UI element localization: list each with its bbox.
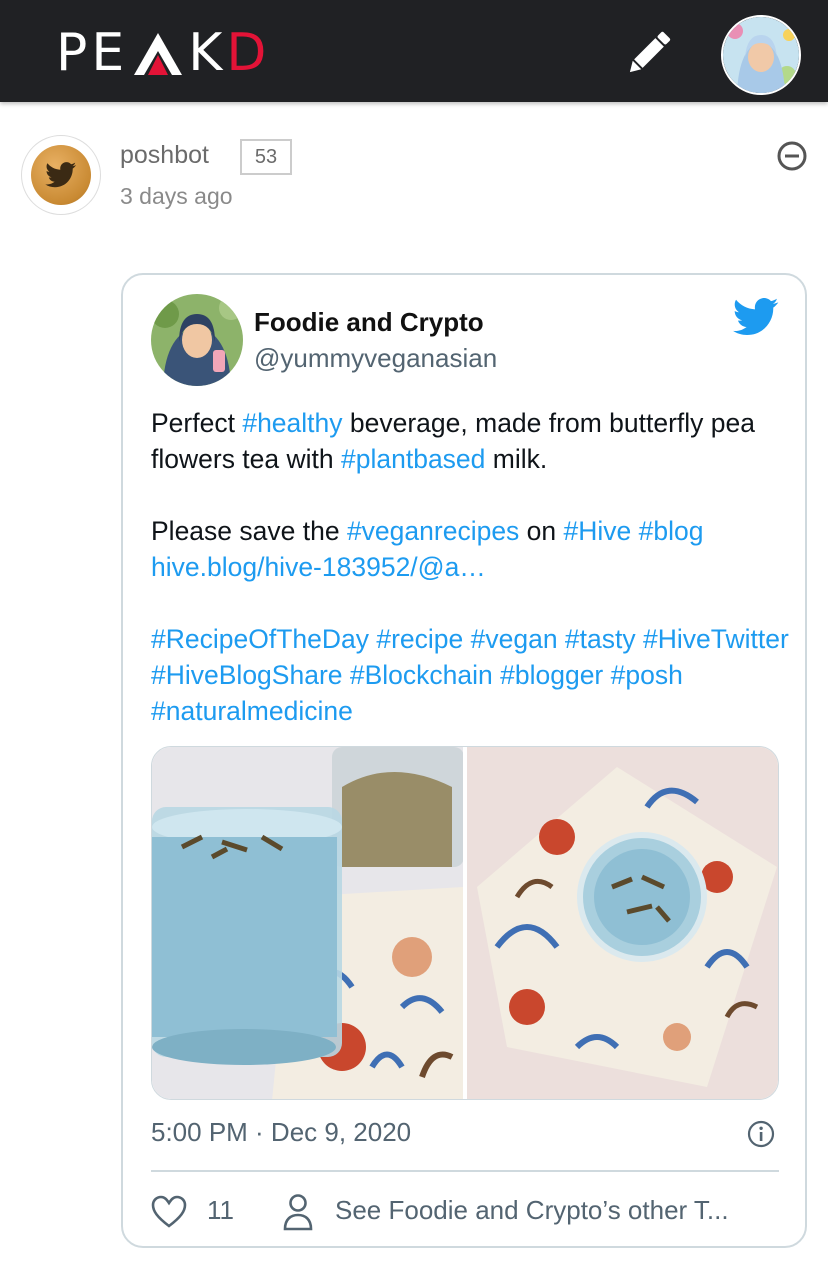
text-span: Please save the [151, 516, 347, 546]
tweet-image-1[interactable] [152, 747, 463, 1099]
person-icon [283, 1193, 313, 1231]
text-span: Perfect [151, 408, 243, 438]
twitter-bird-icon [45, 162, 77, 188]
minus-circle-icon[interactable] [776, 140, 808, 172]
logo-a-peak-icon [132, 30, 184, 76]
tweet-author-avatar[interactable] [151, 294, 243, 386]
author-avatar[interactable] [21, 135, 101, 215]
tweet-media [151, 746, 779, 1100]
tweet-text: Perfect #healthy beverage, made from but… [151, 405, 791, 765]
hashtag-link[interactable]: #healthy [242, 408, 342, 438]
hashtag-link[interactable]: #blog [639, 516, 704, 546]
tweet-embed[interactable]: Foodie and Crypto @yummyveganasian Perfe… [121, 273, 807, 1248]
reputation-badge: 53 [240, 139, 292, 175]
tweet-image-2[interactable] [467, 747, 778, 1099]
text-span: on [519, 516, 564, 546]
logo-k: K [188, 23, 227, 83]
tweet-paragraph-3: #RecipeOfTheDay #recipe #vegan #tasty #H… [151, 621, 791, 729]
tweet-paragraph-2: Please save the #veganrecipes on #Hive #… [151, 513, 791, 585]
hashtag-link[interactable]: #veganrecipes [347, 516, 519, 546]
hashtag-link[interactable]: #Hive [564, 516, 632, 546]
peakd-logo[interactable]: PE K D [56, 23, 270, 83]
text-span: milk. [485, 444, 548, 474]
like-count: 11 [207, 1195, 234, 1225]
post-time-ago[interactable]: 3 days ago [120, 183, 233, 210]
twitter-logo-icon[interactable] [732, 297, 779, 337]
author-name[interactable]: poshbot [120, 141, 209, 170]
logo-d: D [226, 23, 271, 83]
tweet-author-handle[interactable]: @yummyveganasian [254, 343, 497, 374]
see-other-tweets-link[interactable]: See Foodie and Crypto’s other T... [335, 1195, 775, 1226]
hive-blog-link[interactable]: hive.blog/hive-183952/@a… [151, 552, 486, 582]
heart-icon[interactable] [151, 1195, 187, 1229]
tweet-paragraph-1: Perfect #healthy beverage, made from but… [151, 405, 791, 477]
info-icon[interactable] [747, 1120, 775, 1148]
user-avatar[interactable] [721, 15, 801, 95]
logo-pe: PE [56, 23, 129, 83]
hashtag-link[interactable]: #plantbased [341, 444, 485, 474]
tweet-divider [151, 1170, 779, 1172]
tweet-timestamp[interactable]: 5:00 PM · Dec 9, 2020 [151, 1117, 411, 1148]
hashtag-links[interactable]: #RecipeOfTheDay #recipe #vegan #tasty #H… [151, 624, 789, 726]
top-bar: PE K D [0, 0, 828, 102]
tweet-author-name[interactable]: Foodie and Crypto [254, 307, 484, 338]
pencil-icon[interactable] [622, 26, 676, 80]
